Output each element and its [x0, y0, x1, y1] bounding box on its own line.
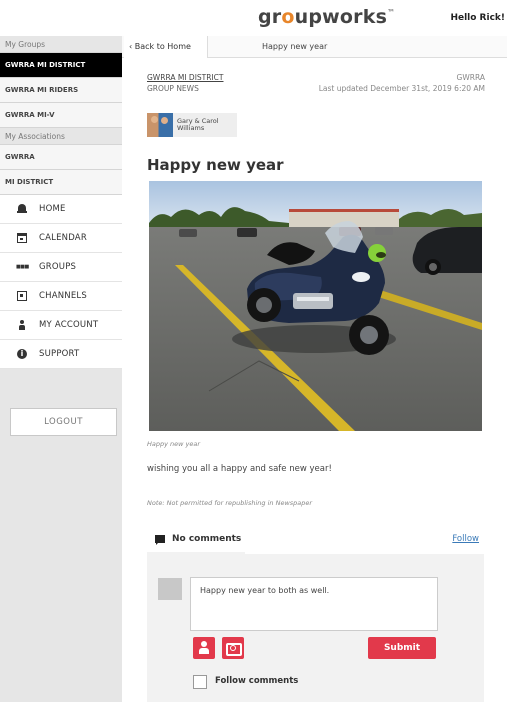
- author-badge[interactable]: Gary & Carol Williams: [147, 113, 237, 137]
- info-icon: [17, 348, 27, 359]
- content-topbar: ‹ Back to Home Happy new year: [122, 36, 507, 58]
- groups-icon: [16, 262, 29, 272]
- tag-person-button[interactable]: [193, 637, 215, 659]
- image-caption: Happy new year: [147, 440, 201, 448]
- back-to-home-button[interactable]: ‹ Back to Home: [124, 36, 208, 58]
- group-link[interactable]: GWRRA MI DISTRICT: [147, 72, 224, 83]
- sidebar: My Groups GWRRA MI DISTRICT GWRRA MI RID…: [0, 36, 122, 702]
- nav-support[interactable]: SUPPORT: [0, 340, 122, 369]
- post-category: GROUP NEWS: [147, 84, 199, 93]
- comments-header: No comments Follow: [147, 526, 484, 554]
- sidebar-group-gwrra-mi-district[interactable]: GWRRA MI DISTRICT: [0, 53, 122, 78]
- back-label: Back to Home: [134, 42, 191, 51]
- main-nav: HOME CALENDAR GROUPS CHANNELS MY ACCOUNT…: [0, 195, 122, 369]
- post-title: Happy new year: [147, 156, 284, 174]
- nav-home[interactable]: HOME: [0, 195, 122, 224]
- nav-channels[interactable]: CHANNELS: [0, 282, 122, 311]
- comments-count: No comments: [172, 534, 242, 544]
- commenter-avatar: [158, 578, 182, 600]
- user-greeting[interactable]: Hello Rick!: [450, 13, 505, 23]
- post-meta: GWRRA MI DISTRICT GROUP NEWS: [147, 72, 224, 94]
- motorcycle-photo: [149, 181, 482, 431]
- author-avatar: [147, 113, 173, 137]
- sidebar-group-gwrra-mi-riders[interactable]: GWRRA MI RIDERS: [0, 78, 122, 103]
- nav-my-account-label: MY ACCOUNT: [39, 320, 99, 330]
- nav-channels-label: CHANNELS: [39, 291, 87, 301]
- sidebar-association-mi-district[interactable]: MI DISTRICT: [0, 170, 122, 195]
- logout-button[interactable]: LOGOUT: [10, 408, 117, 436]
- comment-input[interactable]: Happy new year to both as well.: [190, 577, 438, 631]
- groupworks-logo[interactable]: groupworks™: [258, 6, 395, 28]
- sidebar-group-gwrra-mi-v[interactable]: GWRRA MI-V: [0, 103, 122, 128]
- calendar-icon: [17, 233, 27, 243]
- post-meta-right: GWRRA Last updated December 31st, 2019 6…: [319, 72, 485, 94]
- post-body: wishing you all a happy and safe new yea…: [147, 464, 332, 474]
- association-name: GWRRA: [456, 73, 485, 82]
- follow-comments-checkbox[interactable]: [193, 675, 207, 689]
- sidebar-association-gwrra[interactable]: GWRRA: [0, 145, 122, 170]
- nav-calendar-label: CALENDAR: [39, 233, 87, 243]
- add-photo-button[interactable]: [222, 637, 244, 659]
- app-header: groupworks™ Hello Rick!: [0, 0, 507, 36]
- last-updated: Last updated December 31st, 2019 6:20 AM: [318, 84, 485, 93]
- submit-button[interactable]: Submit: [368, 637, 436, 659]
- follow-comments-label[interactable]: Follow comments: [215, 676, 298, 686]
- nav-groups-label: GROUPS: [39, 262, 77, 272]
- comments-section: No comments Follow Happy new year to bot…: [147, 526, 484, 702]
- nav-home-label: HOME: [39, 204, 66, 214]
- nav-support-label: SUPPORT: [39, 349, 80, 359]
- comment-icon: [155, 535, 165, 545]
- my-associations-heading: My Associations: [0, 128, 122, 145]
- comments-tab[interactable]: No comments: [147, 526, 245, 554]
- nav-groups[interactable]: GROUPS: [0, 253, 122, 282]
- topbar-title: Happy new year: [262, 42, 328, 51]
- post-image[interactable]: [149, 181, 482, 431]
- home-icon: [17, 204, 27, 214]
- nav-calendar[interactable]: CALENDAR: [0, 224, 122, 253]
- channels-icon: [17, 291, 27, 301]
- account-icon: [17, 320, 27, 330]
- author-name-line2: Williams: [177, 124, 205, 132]
- follow-link[interactable]: Follow: [452, 534, 479, 544]
- nav-my-account[interactable]: MY ACCOUNT: [0, 311, 122, 340]
- my-groups-heading: My Groups: [0, 36, 122, 53]
- republish-note: Note: Not permitted for republishing in …: [147, 499, 313, 507]
- author-name: Gary & Carol Williams: [173, 118, 219, 132]
